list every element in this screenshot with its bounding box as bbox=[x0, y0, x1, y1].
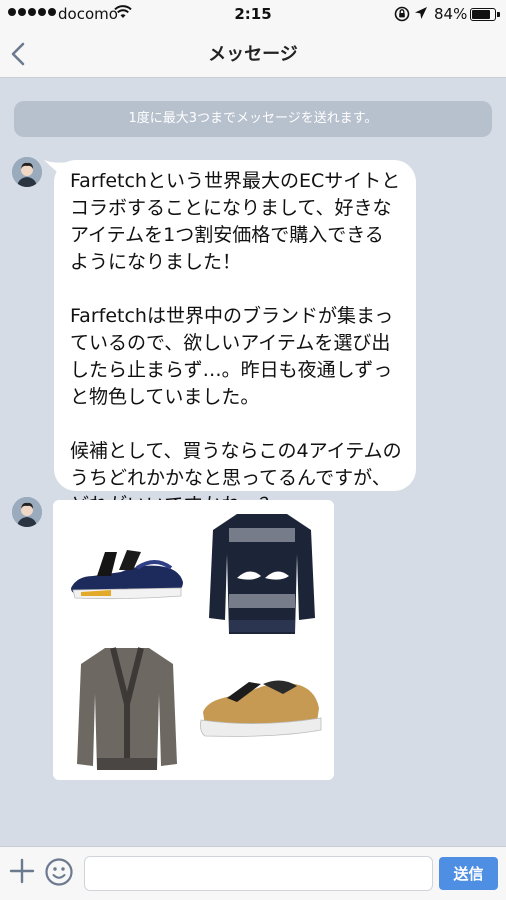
message-limit-notice: 1度に最大3つまでメッセージを送れます。 bbox=[14, 101, 492, 137]
navigation-bar: メッセージ bbox=[0, 30, 506, 78]
clock: 2:15 bbox=[234, 5, 272, 23]
user-avatar-icon bbox=[12, 157, 42, 187]
plus-icon[interactable] bbox=[8, 857, 36, 885]
message-input[interactable] bbox=[84, 856, 433, 891]
whale-sweater-image bbox=[209, 514, 315, 634]
message-input-bar: 送信 bbox=[0, 846, 506, 900]
avatar[interactable] bbox=[12, 497, 42, 527]
sandal-image bbox=[71, 550, 183, 600]
avatar[interactable] bbox=[12, 157, 42, 187]
page-title: メッセージ bbox=[208, 44, 298, 65]
product-collage-image[interactable] bbox=[53, 500, 334, 780]
send-button[interactable]: 送信 bbox=[439, 857, 498, 890]
cardigan-image bbox=[77, 647, 177, 770]
rotation-lock-icon bbox=[394, 5, 410, 27]
status-bar: docomo 2:15 84% bbox=[0, 0, 506, 30]
smiley-icon[interactable] bbox=[44, 857, 74, 887]
message-paragraph: Farfetchという世界最大のECサイトとコラボすることになりまして、好きなア… bbox=[70, 170, 401, 273]
user-avatar-icon bbox=[12, 497, 42, 527]
message-paragraph: Farfetchは世界中のブランドが集まっているので、欲しいアイテムを選び出した… bbox=[70, 305, 394, 408]
message-bubble[interactable]: Farfetchという世界最大のECサイトとコラボすることになりまして、好きなア… bbox=[44, 160, 416, 516]
battery-percent: 84% bbox=[434, 5, 468, 23]
sneaker-image bbox=[200, 680, 322, 737]
bubble-tail bbox=[44, 160, 68, 180]
location-arrow-icon bbox=[414, 4, 428, 26]
battery-icon bbox=[470, 8, 500, 21]
